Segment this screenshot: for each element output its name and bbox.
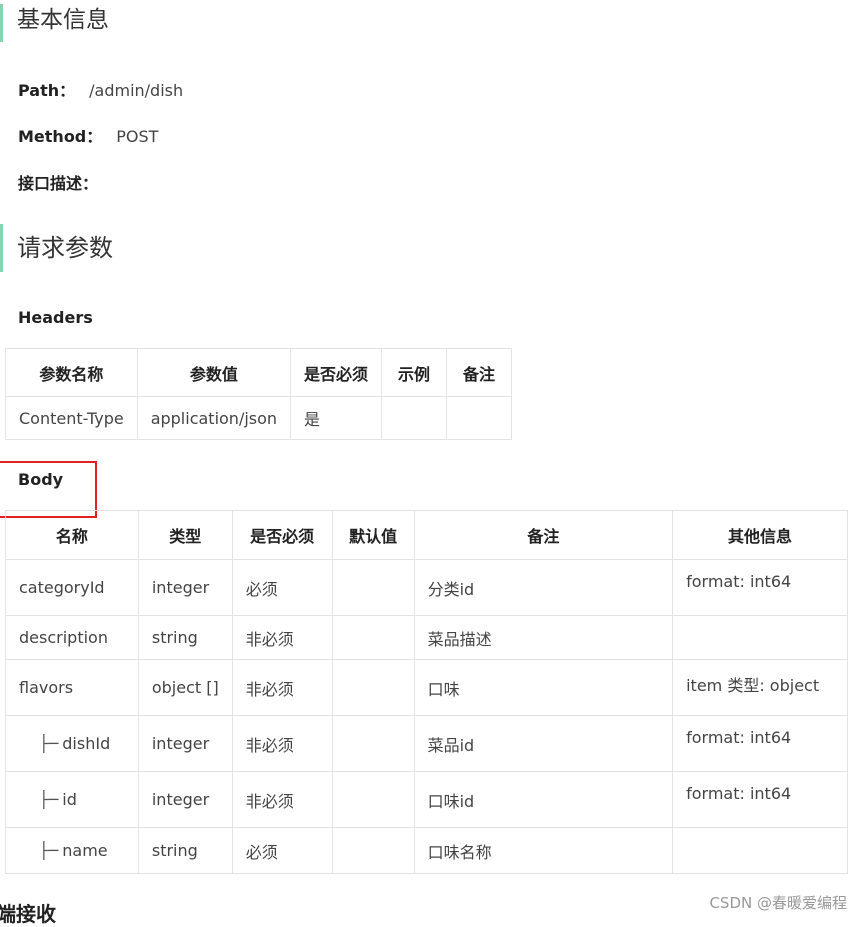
- cell-required: 是: [290, 396, 383, 440]
- cell-name: name: [62, 841, 108, 860]
- cell-type: object []: [137, 659, 233, 716]
- col-note: 备注: [413, 510, 674, 560]
- headers-label: Headers: [18, 308, 93, 327]
- table-row: description string 非必须 菜品描述: [5, 615, 848, 660]
- cell-default: [331, 827, 415, 874]
- body-table-header-row: 名称 类型 是否必须 默认值 备注 其他信息: [5, 510, 848, 560]
- watermark: CSDN @春暖爱编程: [709, 894, 847, 912]
- col-param-value: 参数值: [136, 348, 292, 397]
- method-value: POST: [116, 127, 159, 146]
- cell-default: [331, 615, 415, 660]
- cell-default: [331, 559, 415, 616]
- col-other-info: 其他信息: [672, 510, 848, 560]
- cell-name: categoryId: [5, 559, 139, 616]
- description-label: 接口描述：: [18, 174, 99, 193]
- bottom-section-label: 端接收: [0, 902, 56, 926]
- cell-required: 非必须: [231, 615, 333, 660]
- cell-note: 口味名称: [413, 827, 674, 874]
- cell-required: 必须: [231, 559, 333, 616]
- description-row: 接口描述：: [18, 170, 98, 194]
- col-example: 示例: [381, 348, 448, 397]
- cell-other-info: format: int64: [672, 771, 848, 828]
- cell-other-info: [672, 615, 848, 660]
- cell-name: description: [5, 615, 139, 660]
- col-note: 备注: [446, 348, 513, 397]
- headers-table-header-row: 参数名称 参数值 是否必须 示例 备注: [5, 348, 513, 397]
- path-row: Path： /admin/dish: [18, 77, 183, 101]
- cell-type: string: [137, 615, 233, 660]
- tree-branch: ├─: [39, 734, 59, 753]
- table-row: categoryId integer 必须 分类id format: int64: [5, 559, 848, 616]
- cell-required: 非必须: [231, 771, 333, 828]
- cell-other-info: [672, 827, 848, 874]
- col-type: 类型: [137, 510, 233, 560]
- cell-example: [381, 396, 448, 440]
- cell-note: 口味id: [413, 771, 674, 828]
- table-row: Content-Type application/json 是: [5, 396, 513, 440]
- cell-name: flavors: [5, 659, 139, 716]
- col-name: 名称: [5, 510, 139, 560]
- table-row: ├─ name string 必须 口味名称: [5, 827, 848, 874]
- table-row: ├─ id integer 非必须 口味id format: int64: [5, 771, 848, 828]
- cell-other-info: item 类型: object: [672, 659, 848, 716]
- col-param-name: 参数名称: [5, 348, 138, 397]
- cell-default: [331, 771, 415, 828]
- section-title-basic-info: 基本信息: [0, 4, 109, 42]
- cell-note: 分类id: [413, 559, 674, 616]
- cell-note: 菜品描述: [413, 615, 674, 660]
- path-label: Path：: [18, 81, 76, 100]
- cell-required: 必须: [231, 827, 333, 874]
- cell-note: 菜品id: [413, 715, 674, 772]
- cell-type: integer: [137, 771, 233, 828]
- method-label: Method：: [18, 127, 103, 146]
- headers-table: 参数名称 参数值 是否必须 示例 备注 Content-Type applica…: [5, 348, 513, 440]
- col-default: 默认值: [331, 510, 415, 560]
- cell-other-info: format: int64: [672, 715, 848, 772]
- cell-param-value: application/json: [136, 396, 292, 440]
- cell-required: 非必须: [231, 715, 333, 772]
- cell-note: [446, 396, 513, 440]
- cell-default: [331, 659, 415, 716]
- cell-other-info: format: int64: [672, 559, 848, 616]
- cell-type: integer: [137, 559, 233, 616]
- table-row: flavors object [] 非必须 口味 item 类型: object: [5, 659, 848, 716]
- table-row: ├─ dishId integer 非必须 菜品id format: int64: [5, 715, 848, 772]
- cell-note: 口味: [413, 659, 674, 716]
- col-required: 是否必须: [231, 510, 333, 560]
- cell-type: string: [137, 827, 233, 874]
- path-value: /admin/dish: [89, 81, 184, 100]
- tree-branch: ├─: [39, 841, 59, 860]
- col-required: 是否必须: [290, 348, 383, 397]
- cell-param-name: Content-Type: [5, 396, 138, 440]
- cell-default: [331, 715, 415, 772]
- cell-name-child: ├─ name: [5, 827, 139, 874]
- method-row: Method： POST: [18, 123, 158, 147]
- cell-name-child: ├─ id: [5, 771, 139, 828]
- cell-name-child: ├─ dishId: [5, 715, 139, 772]
- body-table: 名称 类型 是否必须 默认值 备注 其他信息 categoryId intege…: [5, 510, 848, 874]
- section-title-request-params: 请求参数: [0, 224, 113, 272]
- cell-required: 非必须: [231, 659, 333, 716]
- cell-name: dishId: [62, 734, 111, 753]
- cell-name: id: [62, 790, 77, 809]
- cell-type: integer: [137, 715, 233, 772]
- tree-branch: ├─: [39, 790, 59, 809]
